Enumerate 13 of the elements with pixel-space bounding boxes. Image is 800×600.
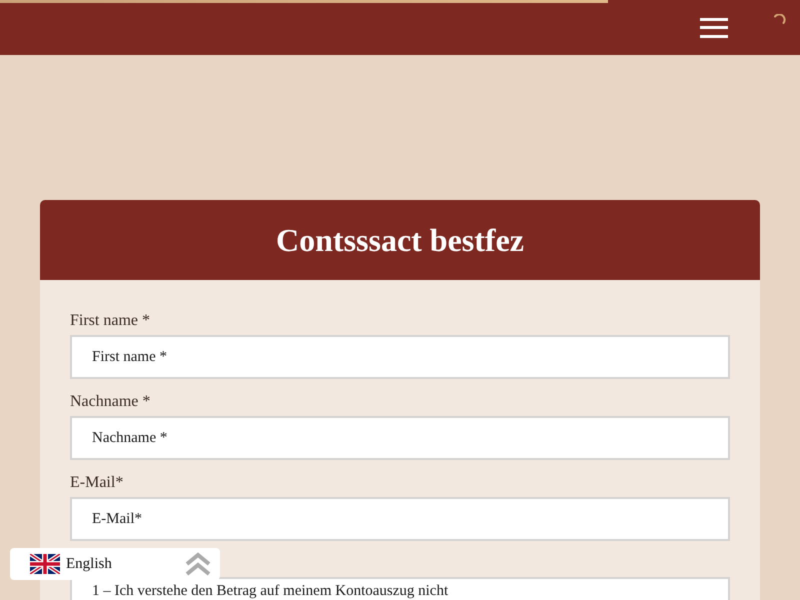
field-label: Nachname * bbox=[70, 393, 152, 411]
flag-icon bbox=[30, 554, 60, 574]
card-title: Contsssact bestfez bbox=[40, 200, 760, 280]
field-label: E-Mail* bbox=[70, 474, 124, 492]
language-label: English bbox=[66, 556, 113, 572]
chevron-up-icon bbox=[184, 552, 212, 576]
input-field[interactable]: Nachname * bbox=[70, 416, 730, 460]
input-field[interactable]: First name * bbox=[70, 335, 730, 379]
select-field[interactable]: 1 – Ich verstehe den Betrag auf meinem Kontoauszug nicht bbox=[70, 577, 730, 600]
menu-button[interactable] bbox=[700, 18, 728, 38]
field-label: First name * bbox=[70, 312, 151, 330]
input-field[interactable]: E-Mail* bbox=[70, 497, 730, 541]
language-menu[interactable]: English bbox=[10, 548, 220, 580]
